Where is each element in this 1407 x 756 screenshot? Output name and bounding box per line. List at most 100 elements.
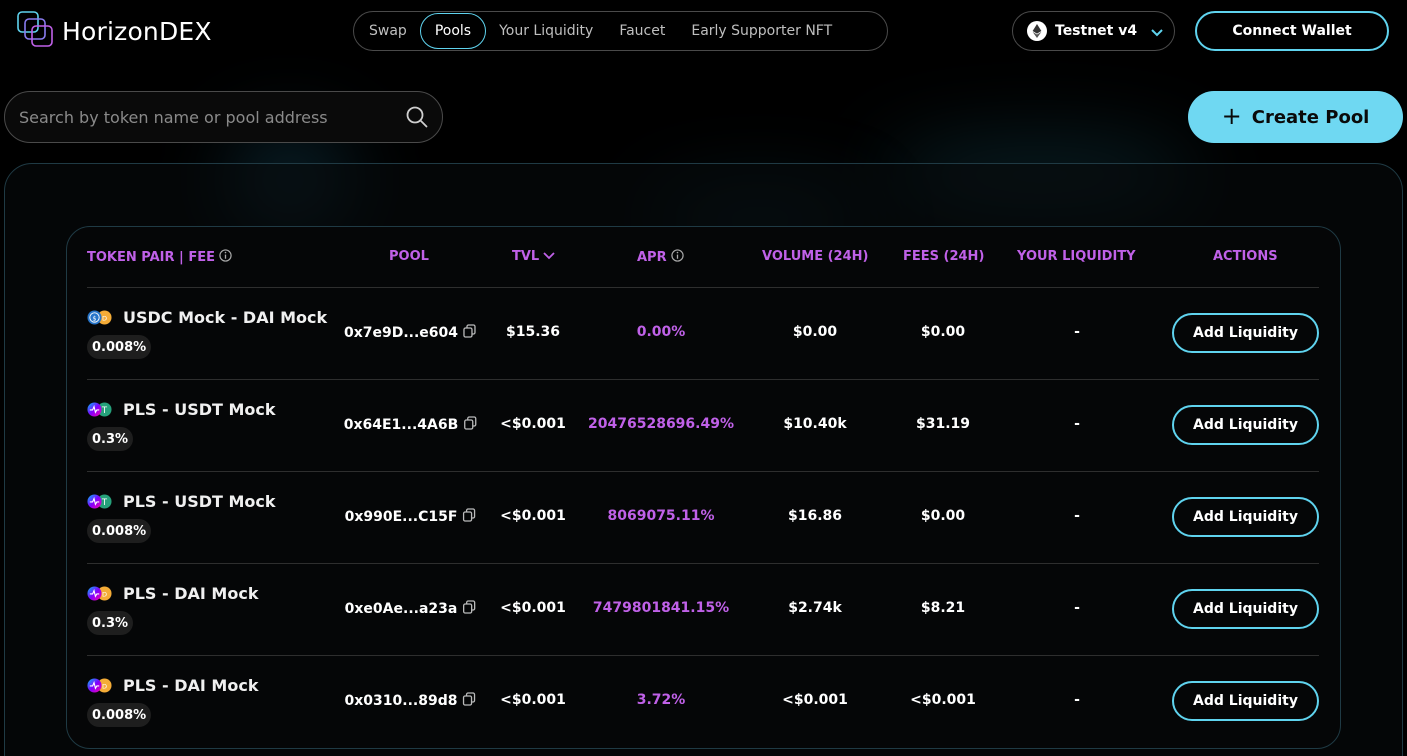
copy-icon[interactable] bbox=[463, 324, 476, 342]
nav-faucet[interactable]: Faucet bbox=[606, 13, 678, 49]
app-logo[interactable]: HorizonDEX bbox=[16, 10, 212, 52]
row-divider bbox=[87, 563, 1319, 564]
copy-icon[interactable] bbox=[462, 600, 475, 618]
token-pair-icons: $ D bbox=[87, 309, 117, 326]
token-pair[interactable]: D PLS - DAI Mock bbox=[87, 676, 258, 695]
add-liquidity-button[interactable]: Add Liquidity bbox=[1172, 497, 1319, 537]
network-label: Testnet v4 bbox=[1055, 23, 1138, 39]
volume-value: $16.86 bbox=[787, 508, 843, 524]
column-header-your-liquidity: YOUR LIQUIDITY bbox=[1017, 249, 1136, 264]
your-liquidity-value: - bbox=[1074, 692, 1080, 708]
tvl-value: <$0.001 bbox=[500, 508, 566, 524]
pls-icon bbox=[87, 401, 102, 417]
pls-icon bbox=[87, 677, 102, 693]
column-header-actions: ACTIONS bbox=[1213, 249, 1278, 264]
volume-value: <$0.001 bbox=[782, 692, 848, 708]
fee-badge: 0.008% bbox=[87, 703, 152, 727]
info-icon[interactable] bbox=[219, 249, 232, 266]
nav-your-liquidity[interactable]: Your Liquidity bbox=[486, 13, 606, 49]
svg-text:D: D bbox=[102, 682, 107, 690]
tvl-value: $15.36 bbox=[505, 324, 561, 340]
tvl-value: <$0.001 bbox=[500, 692, 566, 708]
row-divider bbox=[87, 655, 1319, 656]
column-header-fees: FEES (24H) bbox=[903, 249, 985, 264]
ethereum-icon bbox=[1027, 21, 1047, 41]
apr-value: 3.72% bbox=[636, 692, 686, 708]
info-icon[interactable] bbox=[670, 249, 684, 266]
fees-value: $8.21 bbox=[920, 600, 966, 616]
nav-pools[interactable]: Pools bbox=[419, 13, 487, 49]
token-pair[interactable]: $ D USDC Mock - DAI Mock bbox=[87, 308, 327, 327]
apr-value: 7479801841.15% bbox=[592, 600, 730, 616]
column-header-pool: POOL bbox=[389, 249, 429, 264]
copy-icon[interactable] bbox=[463, 416, 476, 434]
fees-value: <$0.001 bbox=[910, 692, 976, 708]
column-header-tvl[interactable]: TVL bbox=[512, 249, 555, 264]
search-bar bbox=[4, 91, 443, 143]
app-name: HorizonDEX bbox=[62, 16, 212, 46]
horizondex-logo-icon bbox=[17, 11, 53, 47]
fee-badge: 0.008% bbox=[87, 335, 152, 359]
fee-badge: 0.3% bbox=[87, 611, 134, 635]
volume-value: $0.00 bbox=[792, 324, 838, 340]
fee-badge: 0.3% bbox=[87, 427, 134, 451]
token-pair[interactable]: T PLS - USDT Mock bbox=[87, 492, 276, 511]
token-pair-icons: T bbox=[87, 401, 117, 418]
svg-text:D: D bbox=[102, 590, 107, 598]
pool-address: 0xe0Ae...a23a bbox=[345, 600, 476, 618]
token-pair-name: PLS - USDT Mock bbox=[123, 492, 276, 511]
pool-address: 0x7e9D...e604 bbox=[344, 324, 476, 342]
plus-icon: + bbox=[1221, 102, 1242, 130]
token-pair-name: PLS - DAI Mock bbox=[123, 676, 259, 695]
column-header-apr: APR bbox=[637, 249, 684, 266]
row-divider bbox=[87, 471, 1319, 472]
pool-address: 0x990E...C15F bbox=[345, 508, 476, 526]
pools-table bbox=[66, 226, 1341, 749]
nav-early-supporter-nft[interactable]: Early Supporter NFT bbox=[678, 13, 845, 49]
column-header-tvl-label: TVL bbox=[512, 249, 540, 264]
volume-value: $2.74k bbox=[788, 600, 842, 616]
search-input[interactable] bbox=[19, 107, 389, 127]
tvl-value: <$0.001 bbox=[500, 600, 566, 616]
copy-icon[interactable] bbox=[462, 692, 476, 710]
add-liquidity-button[interactable]: Add Liquidity bbox=[1172, 405, 1319, 445]
create-pool-label: Create Pool bbox=[1251, 106, 1370, 128]
add-liquidity-button[interactable]: Add Liquidity bbox=[1172, 589, 1319, 629]
pool-address-text: 0x990E...C15F bbox=[344, 509, 458, 525]
column-header-pair-label: TOKEN PAIR | FEE bbox=[87, 250, 215, 265]
pool-address-text: 0x7e9D...e604 bbox=[343, 325, 459, 341]
svg-text:D: D bbox=[102, 314, 107, 322]
tvl-value: <$0.001 bbox=[500, 416, 566, 432]
token-pair-name: PLS - DAI Mock bbox=[123, 584, 259, 603]
apr-value: 0.00% bbox=[636, 324, 686, 340]
apr-value: 20476528696.49% bbox=[588, 416, 734, 432]
pls-icon bbox=[87, 585, 102, 601]
fee-badge: 0.008% bbox=[87, 519, 152, 543]
copy-icon[interactable] bbox=[462, 508, 476, 526]
your-liquidity-value: - bbox=[1074, 324, 1080, 340]
create-pool-button[interactable]: + Create Pool bbox=[1188, 91, 1403, 143]
fees-value: $0.00 bbox=[920, 324, 966, 340]
your-liquidity-value: - bbox=[1074, 416, 1080, 432]
token-pair-icons: T bbox=[87, 493, 117, 510]
add-liquidity-button[interactable]: Add Liquidity bbox=[1172, 681, 1319, 721]
main-nav: Swap Pools Your Liquidity Faucet Early S… bbox=[353, 11, 888, 51]
sort-desc-icon bbox=[543, 249, 555, 264]
add-liquidity-button[interactable]: Add Liquidity bbox=[1172, 313, 1319, 353]
network-selector[interactable]: Testnet v4 bbox=[1012, 11, 1175, 51]
fees-value: $0.00 bbox=[920, 508, 966, 524]
svg-text:$: $ bbox=[92, 314, 96, 322]
row-divider bbox=[87, 379, 1319, 380]
nav-swap[interactable]: Swap bbox=[356, 13, 420, 49]
chevron-down-icon bbox=[1151, 22, 1163, 41]
your-liquidity-value: - bbox=[1074, 508, 1080, 524]
column-header-volume: VOLUME (24H) bbox=[762, 249, 869, 264]
token-pair[interactable]: T PLS - USDT Mock bbox=[87, 400, 276, 419]
token-pair-name: PLS - USDT Mock bbox=[123, 400, 276, 419]
connect-wallet-button[interactable]: Connect Wallet bbox=[1195, 11, 1389, 51]
pls-icon bbox=[87, 493, 102, 509]
search-icon[interactable] bbox=[406, 106, 428, 132]
token-pair[interactable]: D PLS - DAI Mock bbox=[87, 584, 258, 603]
token-pair-name: USDC Mock - DAI Mock bbox=[123, 308, 328, 327]
apr-value: 8069075.11% bbox=[607, 508, 715, 524]
